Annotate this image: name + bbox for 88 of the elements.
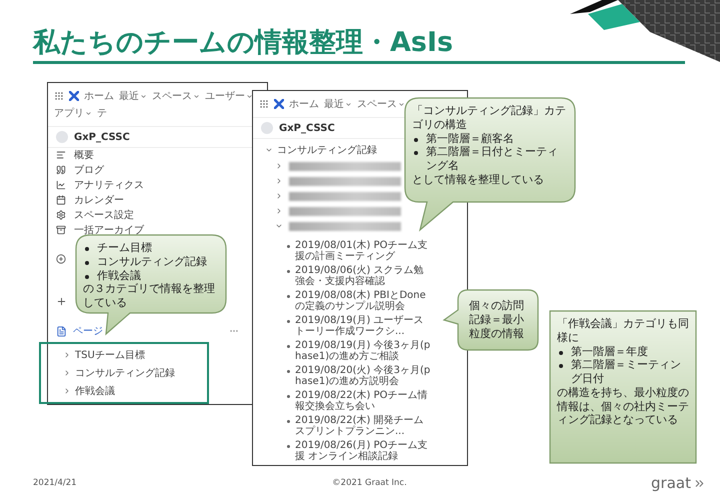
slide-title: 私たちのチームの情報整理・AsIs (33, 26, 454, 60)
app-grid-icon[interactable] (54, 91, 64, 101)
sidebar-item[interactable]: ブログ (48, 162, 108, 178)
chevron-right-icon[interactable] (275, 177, 283, 185)
plus-icon[interactable] (56, 296, 67, 307)
bullet-icon (414, 138, 418, 142)
page-tree-item[interactable]: コンサルティング記録 (75, 366, 175, 380)
callout-text: 第一階層＝年度 (571, 344, 648, 358)
page-tree-item[interactable]: 2019/08/19(月) 今後3ヶ月(phase1)の進め方ご相談 (295, 341, 432, 362)
nav-menu-item[interactable]: テ (97, 106, 107, 120)
bullet-icon (287, 395, 290, 398)
gear-icon (56, 210, 66, 220)
footer-date: 2021/4/21 (33, 478, 78, 488)
callout-text: 第二階層＝日付とミーティング名 (426, 145, 559, 173)
chevron-right-icon[interactable] (63, 387, 71, 395)
nav-menu-item[interactable]: ユーザー (205, 89, 253, 103)
logo-text: graat (651, 474, 691, 492)
line-chart-icon (56, 180, 66, 190)
bullet-icon (85, 260, 89, 265)
bullet-icon (85, 274, 89, 278)
callout-text: 個々の訪問記録＝最小粒度の情報 (469, 299, 525, 340)
bullet-icon (287, 445, 290, 448)
archive-icon (56, 225, 66, 236)
page-tree-item[interactable]: 作戦会議 (75, 384, 115, 398)
callout-text: の３カテゴリで情報を整理している (83, 282, 216, 310)
nav-menu-item[interactable]: 最近 (324, 97, 352, 111)
space-name: GxP_CSSC (74, 132, 130, 142)
bullet-icon (287, 345, 290, 348)
bullet-icon (414, 151, 418, 156)
page-tree-item[interactable]: コンサルティング記録 (277, 143, 377, 157)
callout-text: 「コンサルティング記録」カテゴリの構造 (412, 104, 567, 132)
bullet-icon (85, 247, 89, 251)
bullet-icon (559, 350, 563, 354)
space-name: GxP_CSSC (279, 122, 335, 134)
lines-icon (56, 150, 66, 160)
app-grid-icon[interactable] (259, 99, 269, 109)
chevron-down-icon[interactable] (275, 222, 283, 230)
nav-menu-item[interactable]: ホーム (289, 97, 319, 111)
page-tree-item[interactable]: 2019/08/20(火) 今後3ヶ月(phase1)の進め方説明会 (295, 366, 432, 387)
callout-text: の構造を持ち、最小粒度の情報は、個々の社内ミーティング記録となっている (557, 386, 689, 427)
page-tree-item[interactable]: 2019/08/22(木) POチーム情報交換会立ち会い (295, 391, 432, 412)
page-tree-item[interactable]: TSUチーム目標 (75, 348, 145, 362)
nav-menu-item[interactable]: スペース (152, 89, 200, 103)
callout-text: チーム目標 (97, 241, 152, 255)
chevron-down-icon[interactable] (265, 146, 273, 154)
quote-icon (56, 165, 66, 176)
space-avatar-icon (56, 131, 68, 143)
callout-text: コンサルティング記録 (97, 254, 207, 268)
sidebar-item[interactable]: スペース設定 (48, 208, 138, 223)
chevron-right-icon[interactable] (63, 369, 71, 377)
page-tree-item[interactable]: 2019/08/19(月) ユーザーストーリー作成ワークシ... (295, 316, 432, 337)
page-tree-item[interactable]: 2019/08/22(木) 開発チームスプリントプランニン... (295, 416, 432, 437)
page-tree-item[interactable]: 2019/08/01(木) POチーム支援の計画ミーティング (295, 241, 432, 262)
bullet-icon (287, 295, 290, 298)
bullet-icon (287, 270, 290, 273)
nav-menu-item[interactable]: ホーム (84, 89, 114, 103)
page-tree-item[interactable]: 2019/08/08(木) PBIとDoneの定義のサンプル説明会 (295, 291, 432, 312)
calendar-icon (56, 195, 66, 206)
callout-text: 「作戦会議」カテゴリも同様に (557, 317, 689, 344)
x-mark-icon[interactable] (274, 99, 284, 109)
chevron-right-icon[interactable] (275, 162, 283, 170)
bullet-icon (287, 320, 290, 323)
x-mark-icon[interactable] (69, 91, 79, 101)
footer-copyright: ©2021 Graat Inc. (332, 478, 407, 488)
bullet-icon (287, 420, 290, 423)
nav-menu-item[interactable]: スペース (357, 97, 405, 111)
sidebar-item[interactable]: 概要 (48, 148, 98, 163)
callout-text: 作戦会議 (97, 268, 141, 282)
nav-menu-item[interactable]: アプリ (54, 106, 92, 120)
sidebar-item[interactable]: 一括アーカイブ (48, 222, 148, 238)
callout-text: として情報を整理している (412, 172, 544, 186)
bullet-icon (287, 370, 290, 373)
sidebar-item[interactable]: アナリティクス (48, 178, 148, 193)
sidebar-item[interactable]: カレンダー (48, 192, 128, 208)
nav-menu-item[interactable]: 最近 (119, 89, 147, 103)
chevron-right-icon[interactable] (275, 207, 283, 215)
document-icon (56, 326, 67, 337)
page-tree-item[interactable]: 2019/08/06(火) スクラム勉強会・支援内容確認 (295, 266, 432, 287)
chevron-right-icon[interactable] (63, 351, 71, 359)
space-avatar-icon (261, 122, 273, 134)
page-tree-item[interactable]: 2019/08/26(月) POチーム支援 オンライン相談記録 (295, 441, 432, 462)
pages-link[interactable]: ページ (56, 324, 103, 338)
bullet-icon (287, 245, 290, 248)
callout-text: 第二階層＝ミーティング日付 (571, 358, 682, 386)
callout-text: 第一階層＝顧客名 (426, 132, 514, 146)
chevron-right-icon[interactable] (275, 192, 283, 200)
circle-icon[interactable] (56, 254, 66, 264)
bullet-icon (559, 364, 563, 368)
